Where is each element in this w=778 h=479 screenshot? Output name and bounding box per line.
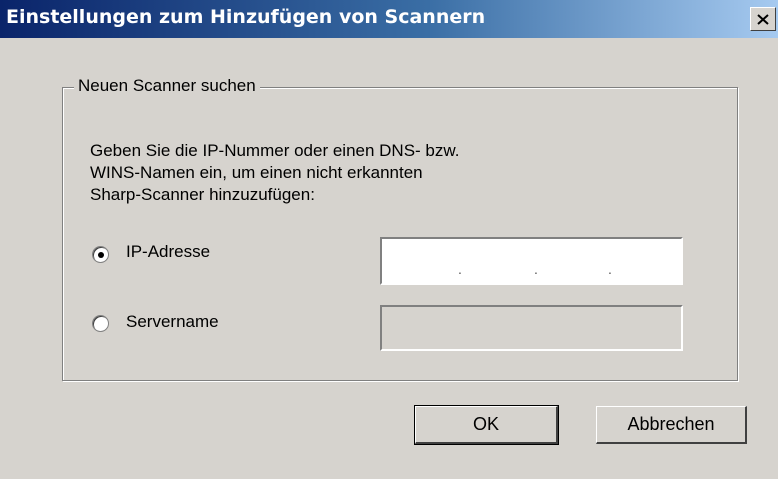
ip-address-input[interactable]: . . . bbox=[380, 237, 683, 285]
close-button[interactable] bbox=[750, 7, 776, 31]
ip-address-radio[interactable] bbox=[92, 246, 109, 263]
radio-selected-dot bbox=[98, 252, 104, 258]
server-name-label[interactable]: Servername bbox=[126, 312, 219, 332]
groupbox-legend: Neuen Scanner suchen bbox=[74, 76, 260, 96]
description-line-3: Sharp-Scanner hinzuzufügen: bbox=[90, 185, 315, 204]
server-name-input bbox=[380, 305, 683, 351]
description-line-1: Geben Sie die IP-Nummer oder einen DNS- … bbox=[90, 141, 460, 160]
window-title: Einstellungen zum Hinzufügen von Scanner… bbox=[6, 6, 486, 28]
ok-button[interactable]: OK bbox=[414, 405, 559, 445]
description-line-2: WINS-Namen ein, um einen nicht erkannten bbox=[90, 163, 423, 182]
ip-address-label[interactable]: IP-Adresse bbox=[126, 242, 210, 262]
ok-button-label: OK bbox=[472, 414, 499, 434]
ip-separator-3: . bbox=[608, 261, 612, 277]
ip-separator-1: . bbox=[458, 261, 462, 277]
title-bar: Einstellungen zum Hinzufügen von Scanner… bbox=[0, 0, 778, 38]
cancel-button[interactable]: Abbrechen bbox=[596, 406, 747, 444]
ip-separator-2: . bbox=[534, 261, 538, 277]
close-icon bbox=[757, 13, 769, 25]
server-name-radio[interactable] bbox=[92, 315, 109, 332]
cancel-button-label: Abbrechen bbox=[627, 414, 715, 434]
